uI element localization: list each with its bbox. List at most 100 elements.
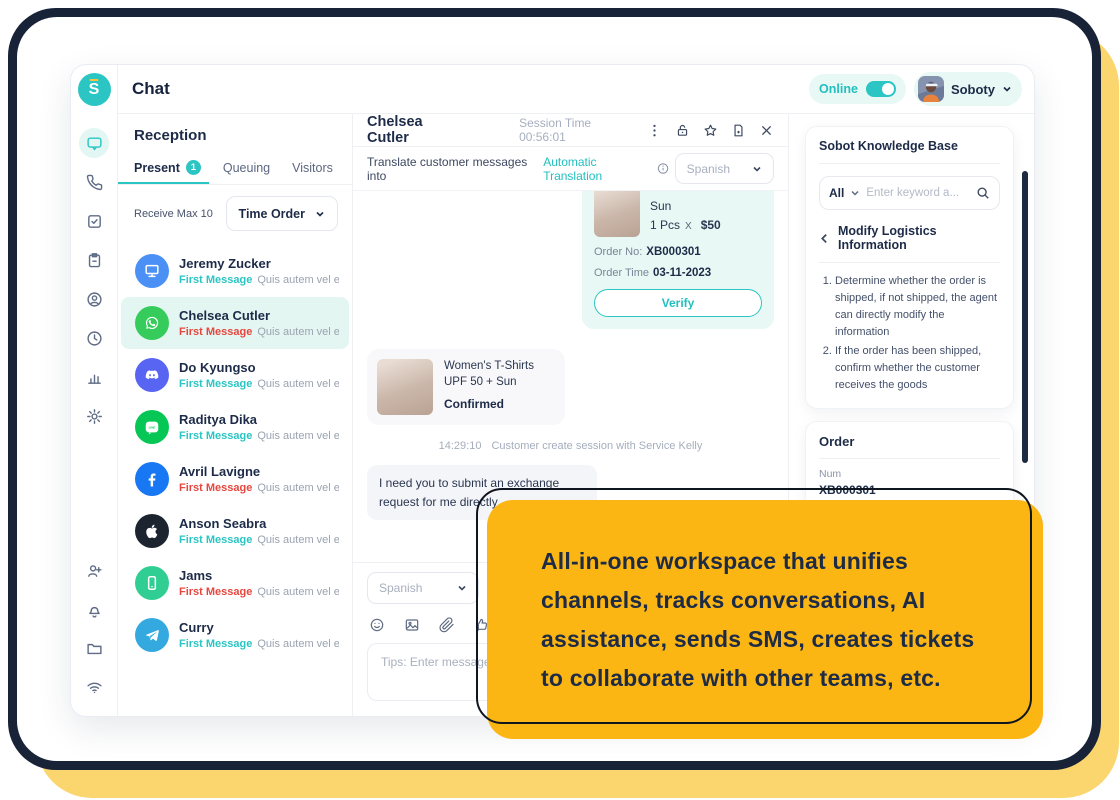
first-message-tag: First Message — [179, 378, 252, 390]
apple-icon — [135, 514, 169, 548]
web-chat-icon — [135, 254, 169, 288]
chat-contact-name: Chelsea Cutler — [367, 114, 465, 146]
chevron-down-icon — [752, 164, 762, 174]
add-agent-icon[interactable] — [79, 555, 109, 585]
article-title: Modify Logistics Information — [838, 224, 1000, 252]
back-chevron-icon[interactable] — [819, 233, 830, 244]
tab-present[interactable]: Present 1 — [134, 153, 201, 184]
mobile-icon — [135, 566, 169, 600]
first-message-tag: First Message — [179, 638, 252, 650]
first-message-tag: First Message — [179, 586, 252, 598]
reception-tabs: Present 1 Queuing Visitors — [118, 153, 352, 185]
first-message-tag: First Message — [179, 534, 252, 546]
line-icon: LINE — [135, 410, 169, 444]
telegram-icon — [135, 618, 169, 652]
info-icon[interactable] — [657, 162, 669, 175]
app-header: Chat Online Soboty — [118, 65, 1034, 114]
list-item[interactable]: Jeremy Zucker First MessageQuis autem ve… — [121, 245, 349, 297]
translate-language-select[interactable]: Spanish — [675, 153, 774, 184]
emoji-icon[interactable] — [369, 617, 385, 633]
settings-icon[interactable] — [79, 401, 109, 431]
star-icon[interactable] — [703, 123, 718, 138]
order-title: Order — [819, 434, 1000, 459]
panel-scrollbar[interactable] — [1022, 171, 1028, 463]
online-label: Online — [819, 82, 858, 96]
search-icon[interactable] — [976, 186, 990, 200]
list-item[interactable]: Anson Seabra First MessageQuis autem vel… — [121, 505, 349, 557]
chevron-down-icon — [1002, 84, 1012, 94]
user-menu[interactable]: Soboty — [914, 72, 1022, 106]
order-number: XB000301 — [819, 483, 1000, 497]
phone-icon[interactable] — [79, 167, 109, 197]
list-item[interactable]: Chelsea Cutler First MessageQuis autem v… — [121, 297, 349, 349]
product-title: Women's T-Shirts UPF 50 + Sun — [444, 359, 555, 390]
product-image — [594, 191, 640, 237]
chevron-down-icon — [457, 583, 467, 593]
page-title: Chat — [132, 79, 170, 99]
first-message-tag: First Message — [179, 326, 252, 338]
product-image — [377, 359, 433, 415]
translate-bar: Translate customer messages into Automat… — [353, 147, 788, 191]
tab-visitors[interactable]: Visitors — [292, 154, 333, 184]
translate-prefix: Translate customer messages into — [367, 155, 537, 183]
sobot-logo: S — [78, 73, 111, 106]
time-order-select[interactable]: Time Order — [226, 196, 338, 231]
new-ticket-icon[interactable] — [731, 123, 746, 138]
notifications-icon[interactable] — [79, 594, 109, 624]
first-message-tag: First Message — [179, 430, 252, 442]
chat-header: Chelsea Cutler Session Time 00:56:01 — [353, 114, 788, 147]
search-filter[interactable]: All — [829, 186, 844, 200]
product-name: Sun — [650, 199, 721, 213]
present-count-badge: 1 — [186, 160, 201, 175]
analytics-icon[interactable] — [79, 362, 109, 392]
reception-title: Reception — [118, 114, 352, 153]
chevron-down-icon — [315, 209, 325, 219]
agent-icon[interactable] — [79, 284, 109, 314]
close-icon[interactable] — [759, 123, 774, 138]
image-icon[interactable] — [404, 617, 420, 633]
tab-queuing[interactable]: Queuing — [223, 154, 270, 184]
chat-icon[interactable] — [79, 128, 109, 158]
clipboard-icon[interactable] — [79, 245, 109, 275]
knowledge-base-title: Sobot Knowledge Base — [819, 139, 1000, 164]
verify-button[interactable]: Verify — [594, 289, 762, 317]
knowledge-base-card: Sobot Knowledge Base All Modify Logistic… — [805, 126, 1014, 409]
list-item[interactable]: Jams First MessageQuis autem vel eum iu.… — [121, 557, 349, 609]
reception-panel: Reception Present 1 Queuing Visitors Rec… — [118, 114, 353, 716]
product-message-card: Women's T-Shirts UPF 50 + Sun Confirmed — [367, 349, 565, 425]
svg-text:LINE: LINE — [149, 426, 156, 430]
session-time: Session Time 00:56:01 — [519, 116, 637, 144]
discord-icon — [135, 358, 169, 392]
online-toggle-switch[interactable] — [866, 81, 896, 97]
first-message-tag: First Message — [179, 482, 252, 494]
system-event: 14:29:10Customer create session with Ser… — [367, 440, 774, 452]
list-item[interactable]: Curry First MessageQuis autem vel eum iu… — [121, 609, 349, 661]
automatic-translation-link[interactable]: Automatic Translation — [543, 155, 650, 183]
folder-icon[interactable] — [79, 633, 109, 663]
lock-icon[interactable] — [675, 123, 690, 138]
article-steps: Determine whether the order is shipped, … — [835, 273, 1000, 394]
network-icon[interactable] — [79, 672, 109, 702]
list-item[interactable]: Avril Lavigne First MessageQuis autem ve… — [121, 453, 349, 505]
contact-list: Jeremy Zucker First MessageQuis autem ve… — [118, 241, 352, 716]
list-item[interactable]: Do Kyungso First MessageQuis autem vel e… — [121, 349, 349, 401]
chevron-down-icon — [850, 188, 860, 198]
callout-text: All-in-one workspace that unifies channe… — [487, 542, 1028, 698]
list-item[interactable]: LINE Raditya Dika First MessageQuis aute… — [121, 401, 349, 453]
icon-rail: S — [71, 65, 118, 716]
whatsapp-icon — [135, 306, 169, 340]
kebab-menu-icon[interactable] — [647, 123, 662, 138]
search-input[interactable] — [866, 187, 970, 199]
online-status-toggle[interactable]: Online — [809, 74, 906, 104]
attachment-icon[interactable] — [439, 617, 455, 633]
knowledge-search: All — [819, 176, 1000, 210]
user-name: Soboty — [951, 82, 995, 97]
composer-language-select[interactable]: Spanish — [367, 572, 479, 604]
first-message-tag: First Message — [179, 274, 252, 286]
facebook-icon — [135, 462, 169, 496]
tasks-icon[interactable] — [79, 206, 109, 236]
history-icon[interactable] — [79, 323, 109, 353]
avatar — [918, 76, 944, 102]
receive-max-label: Receive Max 10 — [134, 208, 213, 220]
order-message-card: Sun 1 PcsX$50 Order No:XB000301 Order Ti… — [582, 191, 774, 329]
